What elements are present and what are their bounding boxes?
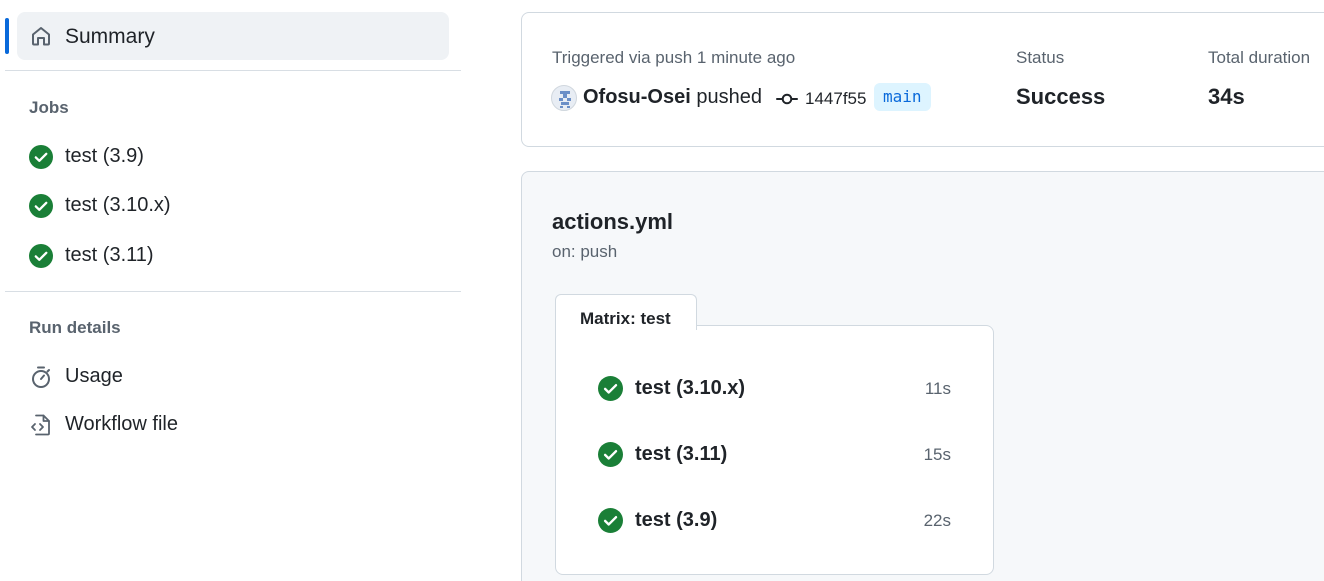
- check-circle-icon: [598, 508, 623, 533]
- job-label: test (3.11): [65, 244, 154, 266]
- matrix-job-row[interactable]: test (3.9) 22s: [556, 500, 993, 540]
- file-code-icon: [29, 413, 53, 437]
- check-circle-icon: [29, 244, 53, 268]
- sidebar-item-label: Usage: [65, 365, 123, 387]
- commit-sha-link[interactable]: 1447f55: [805, 89, 866, 109]
- sidebar-item-job[interactable]: test (3.10.x): [17, 186, 449, 226]
- stopwatch-icon: [29, 365, 53, 389]
- sidebar-item-workflow-file[interactable]: Workflow file: [17, 405, 449, 445]
- home-icon: [29, 24, 53, 48]
- job-label: test (3.10.x): [65, 194, 171, 216]
- sidebar-item-label: Workflow file: [65, 413, 178, 435]
- status-label: Status: [1016, 48, 1065, 67]
- avatar[interactable]: [551, 85, 577, 111]
- job-duration: 22s: [923, 511, 951, 530]
- workflow-graph-panel: actions.yml on: push Matrix: test test (…: [521, 171, 1324, 581]
- job-label: test (3.10.x): [635, 377, 746, 399]
- jobs-section-title: Jobs: [29, 98, 69, 117]
- trigger-text: Triggered via push 1 minute ago: [552, 48, 796, 67]
- commit-icon: [776, 89, 798, 109]
- check-circle-icon: [29, 194, 53, 218]
- sidebar-item-usage[interactable]: Usage: [17, 357, 449, 397]
- run-summary-card: Triggered via push 1 minute ago Ofosu-Os…: [521, 12, 1324, 147]
- actor-link[interactable]: Ofosu-Osei: [583, 86, 691, 108]
- job-label: test (3.9): [635, 509, 718, 531]
- job-duration: 15s: [923, 445, 951, 464]
- job-duration: 11s: [924, 379, 951, 398]
- sidebar: Summary Jobs test (3.9) test (3.10.x) te…: [0, 0, 462, 581]
- sidebar-item-job[interactable]: test (3.9): [17, 137, 449, 177]
- duration-label: Total duration: [1208, 48, 1311, 67]
- workflow-file-name: actions.yml: [552, 209, 674, 234]
- duration-value: 34s: [1208, 84, 1245, 109]
- check-circle-icon: [598, 442, 623, 467]
- sidebar-item-summary[interactable]: Summary: [17, 12, 449, 60]
- push-action: pushed: [696, 86, 762, 108]
- matrix-tab[interactable]: Matrix: test: [555, 294, 697, 330]
- push-info: Ofosu-Osei pushed: [583, 86, 762, 109]
- branch-badge[interactable]: main: [874, 83, 931, 111]
- run-details-section-title: Run details: [29, 318, 121, 337]
- matrix-title: Matrix: test: [580, 309, 671, 328]
- divider: [5, 291, 461, 292]
- matrix-job-group: test (3.10.x) 11s test (3.11) 15s test (…: [555, 325, 994, 575]
- active-indicator: [5, 18, 9, 54]
- divider: [5, 70, 461, 71]
- sidebar-item-job[interactable]: test (3.11): [17, 236, 449, 276]
- status-value: Success: [1016, 84, 1106, 109]
- workflow-trigger: on: push: [552, 242, 618, 261]
- sidebar-item-label: Summary: [65, 25, 155, 48]
- matrix-job-row[interactable]: test (3.11) 15s: [556, 434, 993, 474]
- job-label: test (3.11): [635, 443, 728, 465]
- matrix-job-row[interactable]: test (3.10.x) 11s: [556, 368, 993, 408]
- check-circle-icon: [598, 376, 623, 401]
- check-circle-icon: [29, 145, 53, 169]
- job-label: test (3.9): [65, 145, 144, 167]
